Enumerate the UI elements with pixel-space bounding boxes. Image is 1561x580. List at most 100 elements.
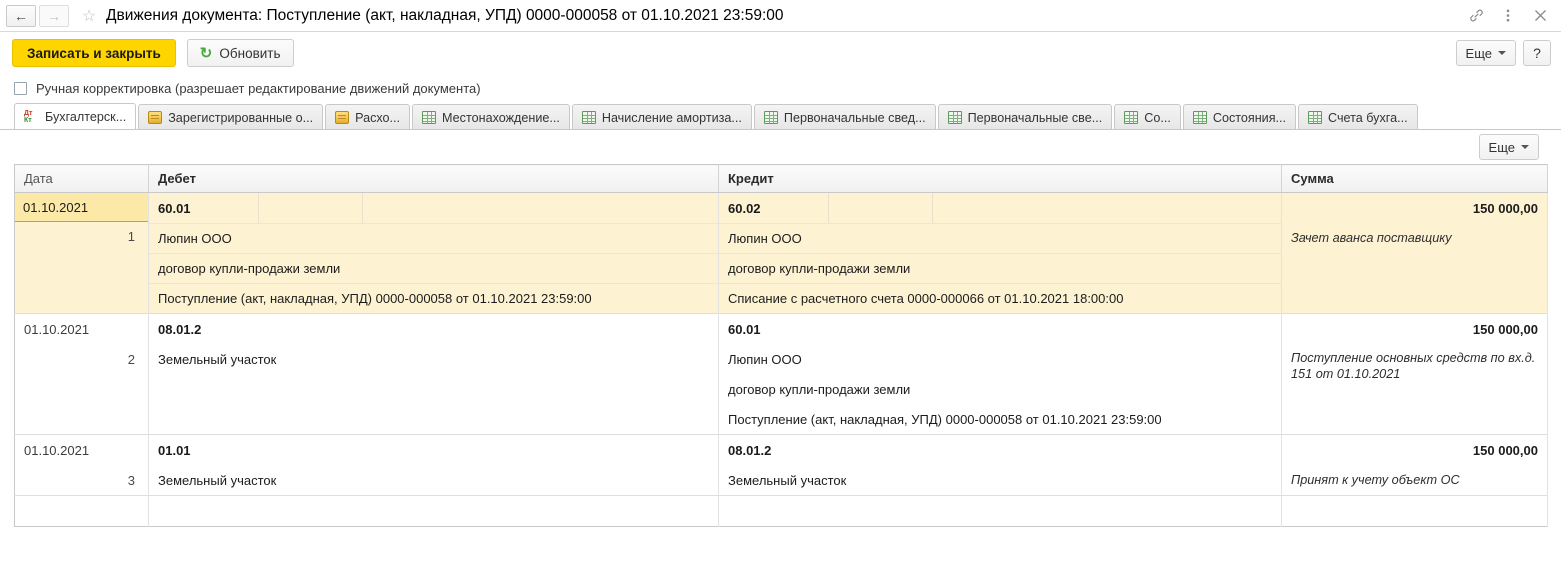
save-and-close-button[interactable]: Записать и закрыть (12, 39, 176, 67)
credit-line-1: Люпин ООО (719, 223, 1281, 253)
table-area: Еще Дата Дебет Кредит Сумма 01.10.2021 1… (0, 130, 1561, 527)
tab-mestonahozhdenie[interactable]: Местонахождение... (412, 104, 570, 129)
cell-date[interactable]: 01.10.2021 1 (14, 192, 149, 314)
refresh-icon: ↻ (199, 44, 213, 62)
link-icon[interactable] (1467, 6, 1485, 26)
manual-correction-checkbox[interactable] (14, 81, 27, 95)
debit-line-1: Земельный участок (158, 351, 277, 367)
cell-debit[interactable]: 08.01.2 Земельный участок (148, 313, 719, 435)
cell-date[interactable] (14, 495, 149, 527)
cell-amount[interactable] (1281, 495, 1548, 527)
tab-pervonachalnye-svedeniya-1[interactable]: Первоначальные свед... (753, 104, 936, 129)
tab-rashody[interactable]: Расхо... (325, 104, 411, 129)
grid-icon (581, 111, 596, 124)
cell-row-index: 3 (127, 472, 135, 488)
credit-account: 60.02 (719, 193, 829, 223)
column-header-date[interactable]: Дата (14, 164, 149, 193)
amount-value: 150 000,00 (1472, 321, 1538, 337)
back-button[interactable]: ← (6, 4, 36, 27)
close-icon[interactable] (1531, 6, 1549, 26)
star-icon: ☆ (81, 7, 97, 25)
table-row[interactable]: 01.10.2021 2 08.01.2 Земельный участок 6… (14, 313, 1548, 435)
grid-icon (1124, 111, 1139, 124)
tab-nachislenie-amortizacii[interactable]: Начисление амортиза... (571, 104, 752, 129)
cell-credit[interactable]: 60.02 Люпин ООО договор купли-продажи зе… (718, 192, 1282, 314)
command-bar: Записать и закрыть ↻ Обновить Еще ? (0, 32, 1561, 74)
tab-label: Бухгалтерск... (45, 109, 127, 124)
cell-amount[interactable]: 150 000,00 Поступление основных средств … (1281, 313, 1548, 435)
cell-debit[interactable]: 60.01 Люпин ООО договор купли-продажи зе… (148, 192, 719, 314)
tab-label: Состояния... (1212, 110, 1287, 125)
cell-credit[interactable]: 08.01.2 Земельный участок (718, 434, 1282, 496)
credit-subconto-empty-2 (933, 193, 1281, 223)
amount-value: 150 000,00 (1472, 200, 1538, 216)
cell-amount[interactable]: 150 000,00 Принят к учету объект ОС (1281, 434, 1548, 496)
amount-note: Зачет аванса поставщику (1291, 231, 1452, 245)
tab-label: Со... (1144, 110, 1171, 125)
cell-row-index: 2 (127, 351, 135, 367)
cell-date[interactable]: 01.10.2021 3 (14, 434, 149, 496)
chevron-down-icon (1498, 51, 1506, 55)
table-toolbar: Еще (14, 130, 1547, 164)
credit-account-subrow: 60.02 (719, 193, 1281, 223)
cell-amount[interactable]: 150 000,00 Зачет аванса поставщику (1281, 192, 1548, 314)
credit-account: 60.01 (728, 321, 761, 337)
table-more-label: Еще (1488, 139, 1515, 155)
column-header-debit[interactable]: Дебет (148, 164, 719, 193)
table-row[interactable]: 01.10.2021 3 01.01 Земельный участок 08.… (14, 434, 1548, 496)
help-button[interactable]: ? (1523, 40, 1551, 66)
credit-account: 08.01.2 (728, 442, 772, 458)
refresh-button[interactable]: ↻ Обновить (186, 39, 294, 67)
tab-pervonachalnye-svedeniya-2[interactable]: Первоначальные све... (937, 104, 1113, 129)
amount-note: Поступление основных средств по вх.д. 15… (1291, 351, 1536, 381)
tab-label: Местонахождение... (442, 110, 560, 125)
grid-icon (1308, 111, 1323, 124)
selected-date-cell[interactable]: 01.10.2021 (14, 192, 149, 222)
debit-line-2 (149, 374, 718, 404)
grid-icon (947, 111, 962, 124)
table-more-menu-button[interactable]: Еще (1478, 134, 1539, 160)
tab-zaregistrirovannye[interactable]: Зарегистрированные о... (138, 104, 324, 129)
debit-line-3 (149, 404, 718, 434)
table-header-row: Дата Дебет Кредит Сумма (14, 164, 1548, 193)
tab-scheta-buhgalterskogo-ucheta[interactable]: Счета бухга... (1298, 104, 1418, 129)
tab-buhgalterskiy[interactable]: Дт Кт Бухгалтерск... (14, 103, 137, 129)
more-menu-button[interactable]: Еще (1455, 40, 1516, 66)
grid-icon (422, 111, 437, 124)
credit-line-3: Поступление (акт, накладная, УПД) 0000-0… (728, 411, 1162, 427)
credit-line-3: Списание с расчетного счета 0000-000066 … (719, 283, 1281, 313)
favorite-button[interactable]: ☆ (76, 4, 102, 28)
credit-line-1: Люпин ООО (728, 351, 802, 367)
row-date: 01.10.2021 (24, 442, 90, 458)
debit-line-2: договор купли-продажи земли (149, 253, 718, 283)
cell-credit[interactable]: 60.01 Люпин ООО договор купли-продажи зе… (718, 313, 1282, 435)
debit-line-1: Люпин ООО (149, 223, 718, 253)
table-empty-row[interactable] (14, 495, 1548, 527)
tab-so[interactable]: Со... (1114, 104, 1181, 129)
column-header-amount[interactable]: Сумма (1281, 164, 1548, 193)
credit-subconto-empty-1 (829, 193, 933, 223)
more-label: Еще (1465, 45, 1492, 61)
window-titlebar: ← → ☆ Движения документа: Поступление (а… (0, 0, 1561, 32)
credit-line-2: договор купли-продажи земли (719, 253, 1281, 283)
manual-correction-row: Ручная корректировка (разрешает редактир… (0, 74, 1561, 102)
cell-debit[interactable] (148, 495, 719, 527)
tab-sostoyaniya[interactable]: Состояния... (1182, 104, 1297, 129)
cell-credit[interactable] (718, 495, 1282, 527)
column-header-credit[interactable]: Кредит (718, 164, 1282, 193)
table-row[interactable]: 01.10.2021 1 60.01 Люпин ООО договор куп… (14, 192, 1548, 314)
debit-line-3: Поступление (акт, накладная, УПД) 0000-0… (149, 283, 718, 313)
cell-date[interactable]: 01.10.2021 2 (14, 313, 149, 435)
debit-line-1: Земельный участок (158, 472, 277, 488)
debit-account: 01.01 (158, 442, 191, 458)
amount-value: 150 000,00 (1472, 442, 1538, 458)
refresh-label: Обновить (219, 45, 281, 61)
forward-button[interactable]: → (39, 4, 69, 27)
command-bar-right: Еще ? (1455, 40, 1551, 66)
register-icon (148, 111, 163, 124)
arrow-right-icon: → (47, 7, 61, 24)
tab-label: Счета бухга... (1328, 110, 1408, 125)
cell-debit[interactable]: 01.01 Земельный участок (148, 434, 719, 496)
titlebar-actions (1467, 6, 1553, 26)
kebab-menu-icon[interactable] (1499, 6, 1517, 26)
